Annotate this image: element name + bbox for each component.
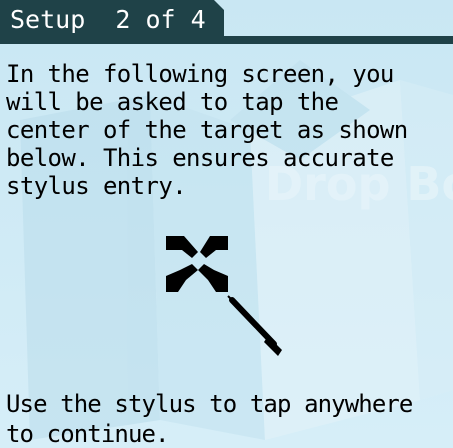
target-illustration bbox=[166, 236, 282, 356]
setup-screen[interactable]: Drop Bo Setup 2 of 4 In the following sc… bbox=[0, 0, 453, 448]
stylus-icon bbox=[227, 295, 282, 356]
page-title: Setup 2 of 4 bbox=[10, 5, 206, 34]
instructions-text: In the following screen, you will be ask… bbox=[6, 60, 408, 200]
target-crosshair-icon bbox=[166, 236, 228, 292]
title-bar: Setup 2 of 4 bbox=[0, 0, 453, 46]
continue-prompt: Use the stylus to tap anywhere to contin… bbox=[6, 390, 413, 448]
